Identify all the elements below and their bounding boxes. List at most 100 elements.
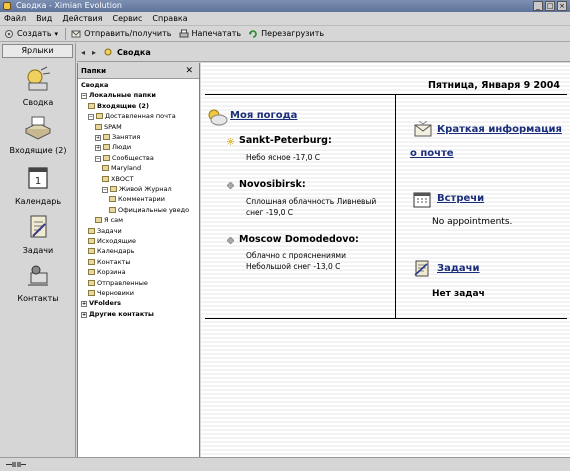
summary-small-icon	[104, 48, 112, 56]
shortcut-summary[interactable]: Сводка	[0, 65, 76, 107]
weather-condition: Небольшой снег -13,0 C	[246, 262, 341, 271]
shortcut-tasks[interactable]: Задачи	[0, 213, 76, 255]
expander-icon[interactable]: −	[81, 93, 87, 100]
menu-tools[interactable]: Сервис	[112, 14, 142, 23]
expander-icon[interactable]: +	[95, 135, 101, 141]
menu-file[interactable]: Файл	[4, 14, 26, 23]
new-button[interactable]: Создать ▾	[4, 29, 58, 39]
folder-tree-item[interactable]: + Другие контакты	[81, 309, 154, 319]
weather-title-link[interactable]: Моя погода	[230, 110, 297, 121]
folder-tree-item[interactable]: Черновики	[88, 288, 134, 298]
new-icon	[5, 29, 13, 38]
folder-label: Задачи	[97, 226, 122, 235]
folder-icon	[88, 258, 95, 265]
expander-icon[interactable]: −	[102, 187, 108, 193]
folder-label: Входящие (2)	[97, 101, 149, 110]
folder-tree-item[interactable]: − Доставленная почта	[88, 111, 176, 121]
folder-tree-item[interactable]: − Локальные папки	[81, 90, 156, 100]
close-button[interactable]: ×	[557, 1, 567, 11]
folder-pane-title: Папки	[81, 67, 107, 75]
shortcut-contacts[interactable]: Контакты	[0, 261, 76, 303]
reload-icon	[249, 29, 257, 38]
shortcut-summary-label: Сводка	[22, 98, 54, 107]
menu-actions[interactable]: Действия	[62, 14, 102, 23]
folder-icon	[109, 206, 116, 213]
shortcut-calendar-label: Календарь	[14, 197, 62, 206]
expander-icon[interactable]: +	[95, 145, 101, 152]
folder-tree-item[interactable]: Задачи	[88, 226, 122, 236]
folder-tree-item[interactable]: Контакты	[88, 257, 130, 267]
appointments-icon	[413, 192, 431, 208]
menu-view[interactable]: Вид	[36, 14, 52, 23]
location-title: Сводка	[117, 47, 151, 57]
maximize-button[interactable]: □	[545, 1, 555, 11]
folder-tree-item[interactable]: Maryland	[102, 163, 141, 173]
summary-view: Пятница, Января 9 2004 Моя погода Sankt-…	[201, 63, 570, 457]
folder-label: Исходящие	[97, 237, 137, 245]
tasks-link[interactable]: Задачи	[437, 257, 480, 281]
folder-icon	[103, 154, 110, 161]
folder-tree-item[interactable]: + Занятия	[95, 132, 140, 142]
folder-label: Календарь	[97, 247, 135, 256]
folder-tree-item[interactable]: Корзина	[88, 267, 126, 277]
folder-tree-item[interactable]: Отправленные	[88, 278, 148, 288]
shortcut-calendar[interactable]: 1 Календарь	[0, 164, 76, 206]
folder-icon	[103, 144, 110, 151]
folder-icon	[103, 134, 110, 140]
folder-tree-item[interactable]: ХВОСТ	[102, 174, 134, 184]
minimize-button[interactable]: _	[533, 1, 543, 11]
appointments-link[interactable]: Встречи	[437, 187, 484, 211]
expander-icon[interactable]: +	[81, 311, 87, 318]
folder-tree-item[interactable]: Календарь	[88, 246, 134, 256]
folder-label: Сообщества	[112, 153, 154, 162]
date-divider	[205, 94, 567, 95]
folder-pane-header: Папки ✕	[78, 63, 199, 79]
folder-icon	[110, 186, 117, 192]
printer-icon	[179, 29, 188, 37]
menu-help[interactable]: Справка	[152, 14, 187, 23]
folder-label: Контакты	[97, 257, 131, 266]
folder-tree-item[interactable]: − Сообщества	[95, 153, 154, 163]
weather-condition: Облачно с прояснениями	[246, 251, 346, 260]
back-button[interactable]: ◂	[81, 48, 85, 57]
folder-tree-item[interactable]: Входящие (2)	[88, 101, 149, 111]
folder-tree-item[interactable]: + VFolders	[81, 298, 121, 308]
expander-icon[interactable]: −	[95, 155, 101, 162]
folder-tree-item[interactable]: Я сам	[95, 215, 123, 225]
folder-icon	[88, 290, 95, 296]
folder-tree-item[interactable]: − Живой Журнал	[102, 184, 172, 194]
shortcuts-header-button[interactable]: Ярлыки	[2, 44, 73, 58]
print-button[interactable]: Напечатать	[179, 29, 241, 39]
mail-summary-link[interactable]: Краткая информация о почте	[410, 118, 570, 166]
forward-button[interactable]: ▸	[92, 48, 96, 57]
weather-condition: снег -19,0 C	[246, 208, 293, 217]
folder-tree-item[interactable]: Исходящие	[88, 236, 136, 246]
folder-label: Черновики	[97, 289, 135, 297]
expander-icon[interactable]: −	[88, 114, 94, 121]
folder-label: Я сам	[104, 216, 124, 225]
weather-condition: Сплошная облачность Ливневый	[246, 197, 377, 206]
new-dropdown-arrow[interactable]: ▾	[55, 30, 59, 38]
expander-icon[interactable]: +	[81, 301, 87, 308]
folder-label: Занятия	[112, 133, 141, 141]
send-receive-button[interactable]: Отправить/получить	[71, 29, 172, 39]
folder-tree-item[interactable]: Сводка	[81, 80, 108, 90]
folder-tree-item[interactable]: Официальные уведо	[109, 205, 189, 215]
folder-tree-item[interactable]: + Люди	[95, 142, 131, 152]
shortcut-inbox[interactable]: Входящие (2)	[0, 113, 76, 155]
folder-tree-item[interactable]: SPAM	[95, 122, 122, 132]
inbox-icon	[24, 116, 52, 140]
folder-icon	[88, 269, 95, 276]
window-title-bar[interactable]: Сводка - Ximian Evolution _ □ ×	[0, 0, 570, 12]
offline-status-icon[interactable]	[6, 461, 26, 468]
folder-tree-item[interactable]: Комментарии	[109, 194, 165, 204]
snow-icon	[227, 182, 234, 189]
summary-icon	[27, 66, 51, 91]
folder-label: Отправленные	[97, 278, 148, 287]
column-divider	[395, 94, 396, 318]
close-icon[interactable]: ✕	[185, 63, 193, 79]
tasks-text: Нет задач	[432, 289, 485, 299]
reload-button[interactable]: Перезагрузить	[248, 29, 324, 39]
folder-label: Maryland	[111, 164, 142, 173]
weather-icon	[208, 109, 228, 126]
